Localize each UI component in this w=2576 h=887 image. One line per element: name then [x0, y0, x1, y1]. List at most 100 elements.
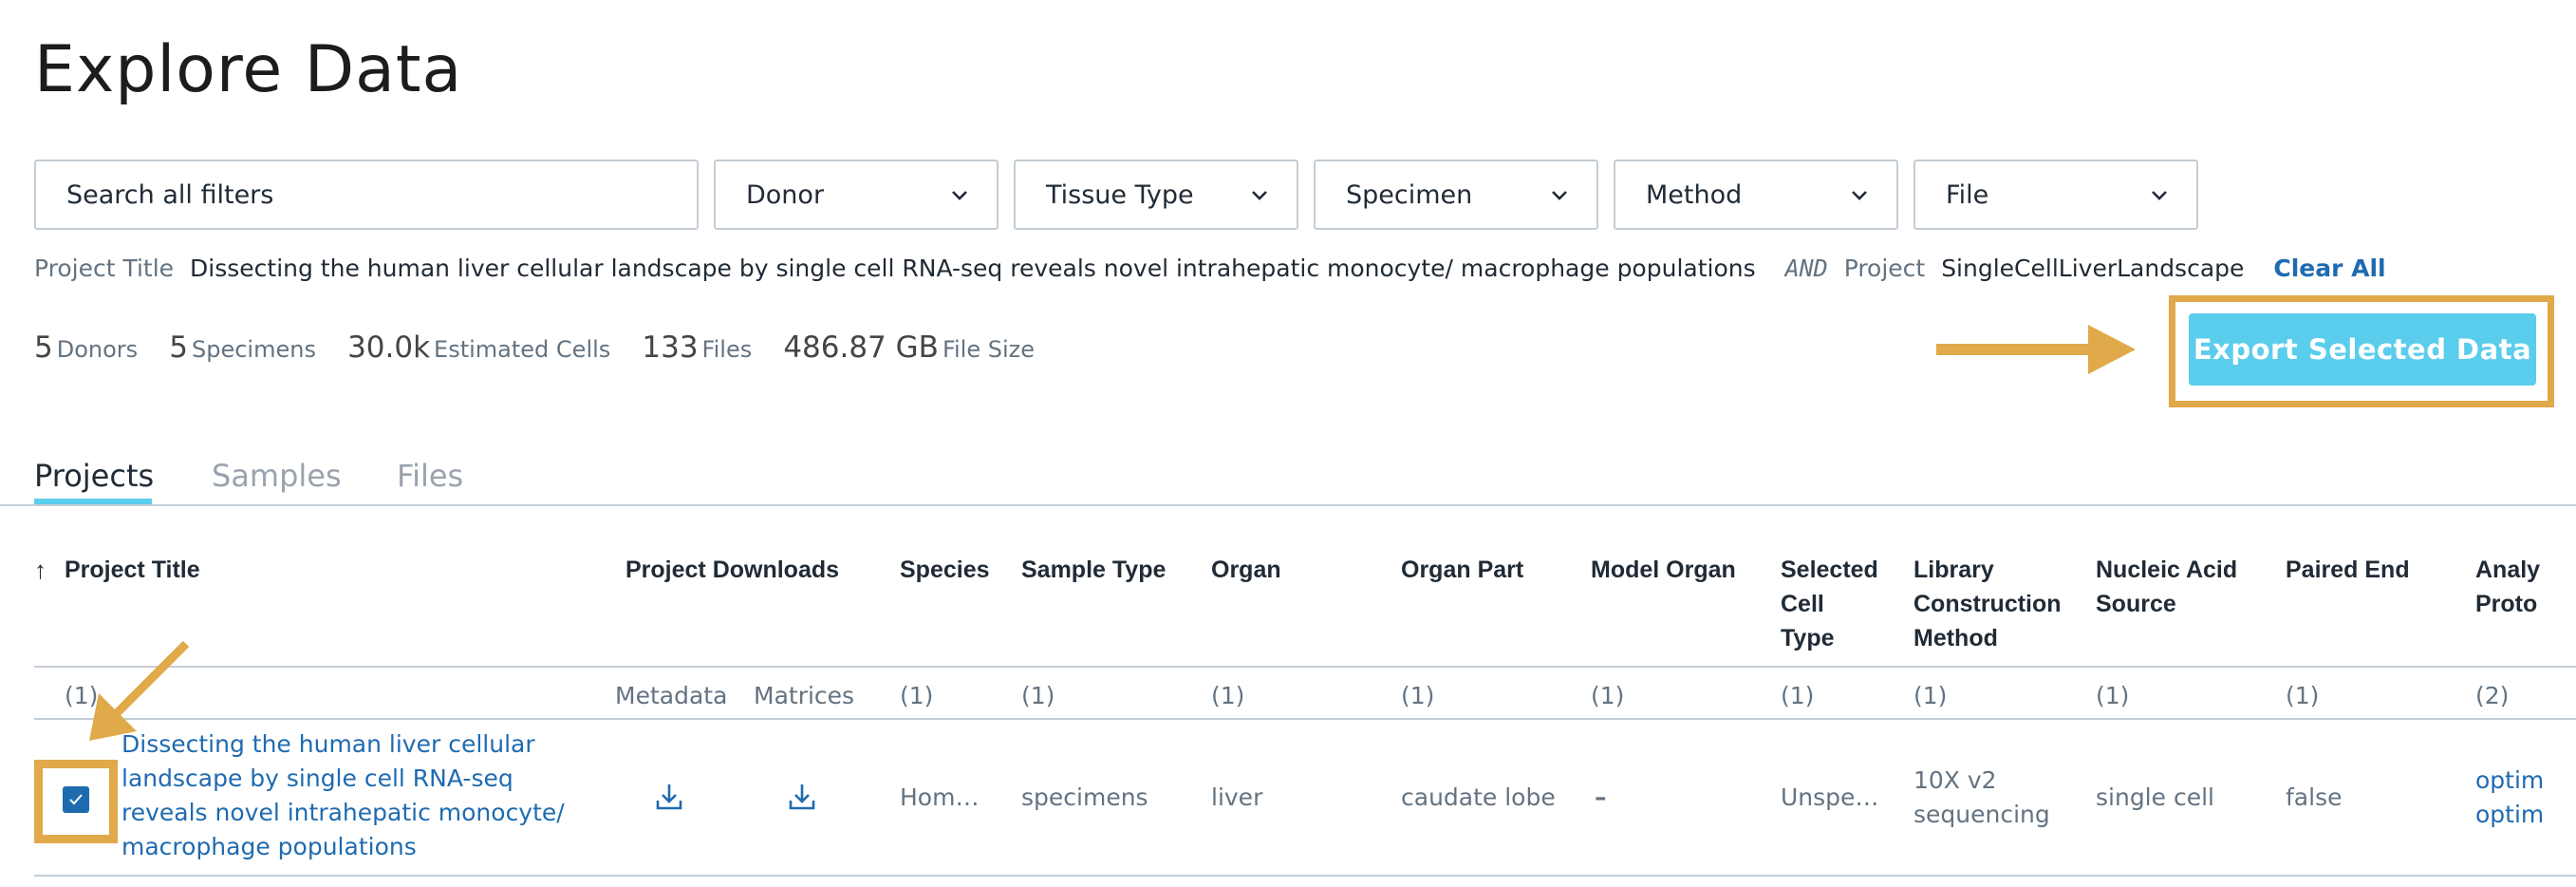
tab-projects[interactable]: Projects	[34, 458, 154, 494]
col-header-sample-type[interactable]: Sample Type	[1021, 553, 1166, 587]
project-title-line: landscape by single cell RNA-seq	[121, 764, 513, 792]
analysis-protocol-link[interactable]: optim	[2475, 798, 2544, 832]
project-title-link[interactable]: Dissecting the human liver cellular land…	[121, 727, 565, 864]
col-header-model-organ[interactable]: Model Organ	[1591, 553, 1736, 587]
cell-line: sequencing	[1913, 801, 2050, 828]
stat-donors: 5 Donors	[34, 330, 138, 365]
cell-organ: liver	[1211, 783, 1263, 811]
filter-method-dropdown[interactable]: Method	[1614, 160, 1898, 230]
filter-donor-label: Donor	[746, 180, 825, 210]
col-header-organ-part[interactable]: Organ Part	[1401, 553, 1523, 587]
download-matrices-icon[interactable]	[786, 781, 818, 813]
term-value-project[interactable]: SingleCellLiverLandscape	[1941, 255, 2244, 282]
stat-value: 486.87 GB	[783, 330, 939, 365]
col-header-organ[interactable]: Organ	[1211, 553, 1281, 587]
col-header-paired-end[interactable]: Paired End	[2286, 553, 2410, 587]
header-line: Nucleic Acid	[2096, 557, 2238, 583]
stat-estimated-cells: 30.0k Estimated Cells	[347, 330, 610, 365]
search-input[interactable]: Search all filters	[34, 160, 699, 230]
annotation-arrow-icon	[1936, 325, 2136, 374]
term-value-project-title[interactable]: Dissecting the human liver cellular land…	[190, 255, 1756, 282]
download-metadata-icon[interactable]	[653, 781, 685, 813]
header-divider	[34, 666, 2576, 668]
count-nucleic-acid: (1)	[2096, 682, 2130, 709]
cell-paired-end: false	[2286, 783, 2343, 811]
stat-label: Estimated Cells	[434, 336, 611, 363]
cell-analysis-protocol[interactable]: optim optim	[2475, 764, 2544, 832]
export-selected-data-button[interactable]: Export Selected Data	[2189, 313, 2536, 386]
cell-library-construction: 10X v2 sequencing	[1913, 764, 2050, 832]
col-header-project-title[interactable]: Project Title	[65, 553, 200, 587]
count-library-construction: (1)	[1913, 682, 1948, 709]
col-header-species[interactable]: Species	[900, 553, 990, 587]
subheader-matrices: Matrices	[754, 682, 855, 709]
stat-label: Specimens	[192, 336, 316, 363]
count-species: (1)	[900, 682, 934, 709]
header-line: Proto	[2475, 591, 2538, 617]
count-selected-cell-type: (1)	[1781, 682, 1815, 709]
page-title: Explore Data	[34, 32, 463, 107]
chevron-down-icon	[952, 191, 967, 200]
filter-file-dropdown[interactable]: File	[1913, 160, 2198, 230]
stat-value: 133	[642, 330, 699, 365]
chevron-down-icon	[1252, 191, 1267, 200]
cell-model-organ: –	[1595, 783, 1607, 811]
header-line: Cell	[1781, 591, 1824, 617]
check-icon	[69, 794, 83, 805]
tab-files[interactable]: Files	[397, 458, 463, 494]
chevron-down-icon	[2152, 191, 2167, 200]
chevron-down-icon	[1852, 191, 1867, 200]
col-header-library-construction-method[interactable]: Library Construction Method	[1913, 553, 2062, 655]
header-line: Method	[1913, 625, 1998, 651]
count-sample-type: (1)	[1021, 682, 1055, 709]
term-key-project: Project	[1843, 255, 1926, 282]
term-key-project-title: Project Title	[34, 255, 175, 282]
selected-terms-breadcrumb: Project Title Dissecting the human liver…	[34, 255, 2396, 289]
count-organ: (1)	[1211, 682, 1245, 709]
project-title-line: Dissecting the human liver cellular	[121, 730, 535, 758]
tab-samples[interactable]: Samples	[212, 458, 342, 494]
stat-label: File Size	[942, 336, 1035, 363]
count-model-organ: (1)	[1591, 682, 1625, 709]
tab-divider	[0, 504, 2576, 506]
term-and-operator: AND	[1784, 255, 1828, 282]
cell-line: 10X v2	[1913, 766, 1997, 794]
col-header-analysis-protocol[interactable]: Analy Proto	[2475, 553, 2540, 621]
filter-method-label: Method	[1646, 180, 1743, 210]
header-line: Analy	[2475, 557, 2541, 583]
header-line: Selected	[1781, 557, 1878, 583]
cell-organ-part: caudate lobe	[1401, 783, 1556, 811]
sort-arrow-icon[interactable]: ↑	[34, 553, 47, 587]
filter-specimen-dropdown[interactable]: Specimen	[1314, 160, 1598, 230]
search-placeholder: Search all filters	[66, 180, 274, 210]
header-line: Source	[2096, 591, 2176, 617]
filter-specimen-label: Specimen	[1346, 180, 1473, 210]
stat-label: Files	[701, 336, 753, 363]
stat-value: 5	[34, 330, 53, 365]
col-header-nucleic-acid-source[interactable]: Nucleic Acid Source	[2096, 553, 2237, 621]
stat-specimens: 5 Specimens	[169, 330, 316, 365]
filter-tissue-type-dropdown[interactable]: Tissue Type	[1014, 160, 1298, 230]
header-line: Type	[1781, 625, 1835, 651]
summary-stats: 5 Donors 5 Specimens 30.0k Estimated Cells …	[34, 330, 1061, 365]
chevron-down-icon	[1552, 191, 1567, 200]
stat-value: 30.0k	[347, 330, 431, 365]
subheader-metadata: Metadata	[615, 682, 728, 709]
analysis-protocol-link[interactable]: optim	[2475, 764, 2544, 798]
project-title-line: reveals novel intrahepatic monocyte/	[121, 799, 565, 826]
col-header-selected-cell-type[interactable]: Selected Cell Type	[1781, 553, 1878, 655]
header-line: Construction	[1913, 591, 2062, 617]
filter-donor-dropdown[interactable]: Donor	[714, 160, 999, 230]
cell-selected-cell-type: Unspe…	[1781, 783, 1879, 811]
count-analysis-protocol: (2)	[2475, 682, 2510, 709]
subheader-divider	[34, 718, 2576, 720]
clear-all-link[interactable]: Clear All	[2273, 255, 2385, 282]
filter-file-label: File	[1946, 180, 1989, 210]
cell-species: Hom…	[900, 783, 980, 811]
col-header-project-downloads: Project Downloads	[625, 557, 840, 583]
cell-sample-type: specimens	[1021, 783, 1148, 811]
row-select-checkbox[interactable]	[63, 786, 89, 813]
row-divider	[34, 875, 2576, 877]
count-paired-end: (1)	[2286, 682, 2320, 709]
header-line: Library	[1913, 557, 1994, 583]
